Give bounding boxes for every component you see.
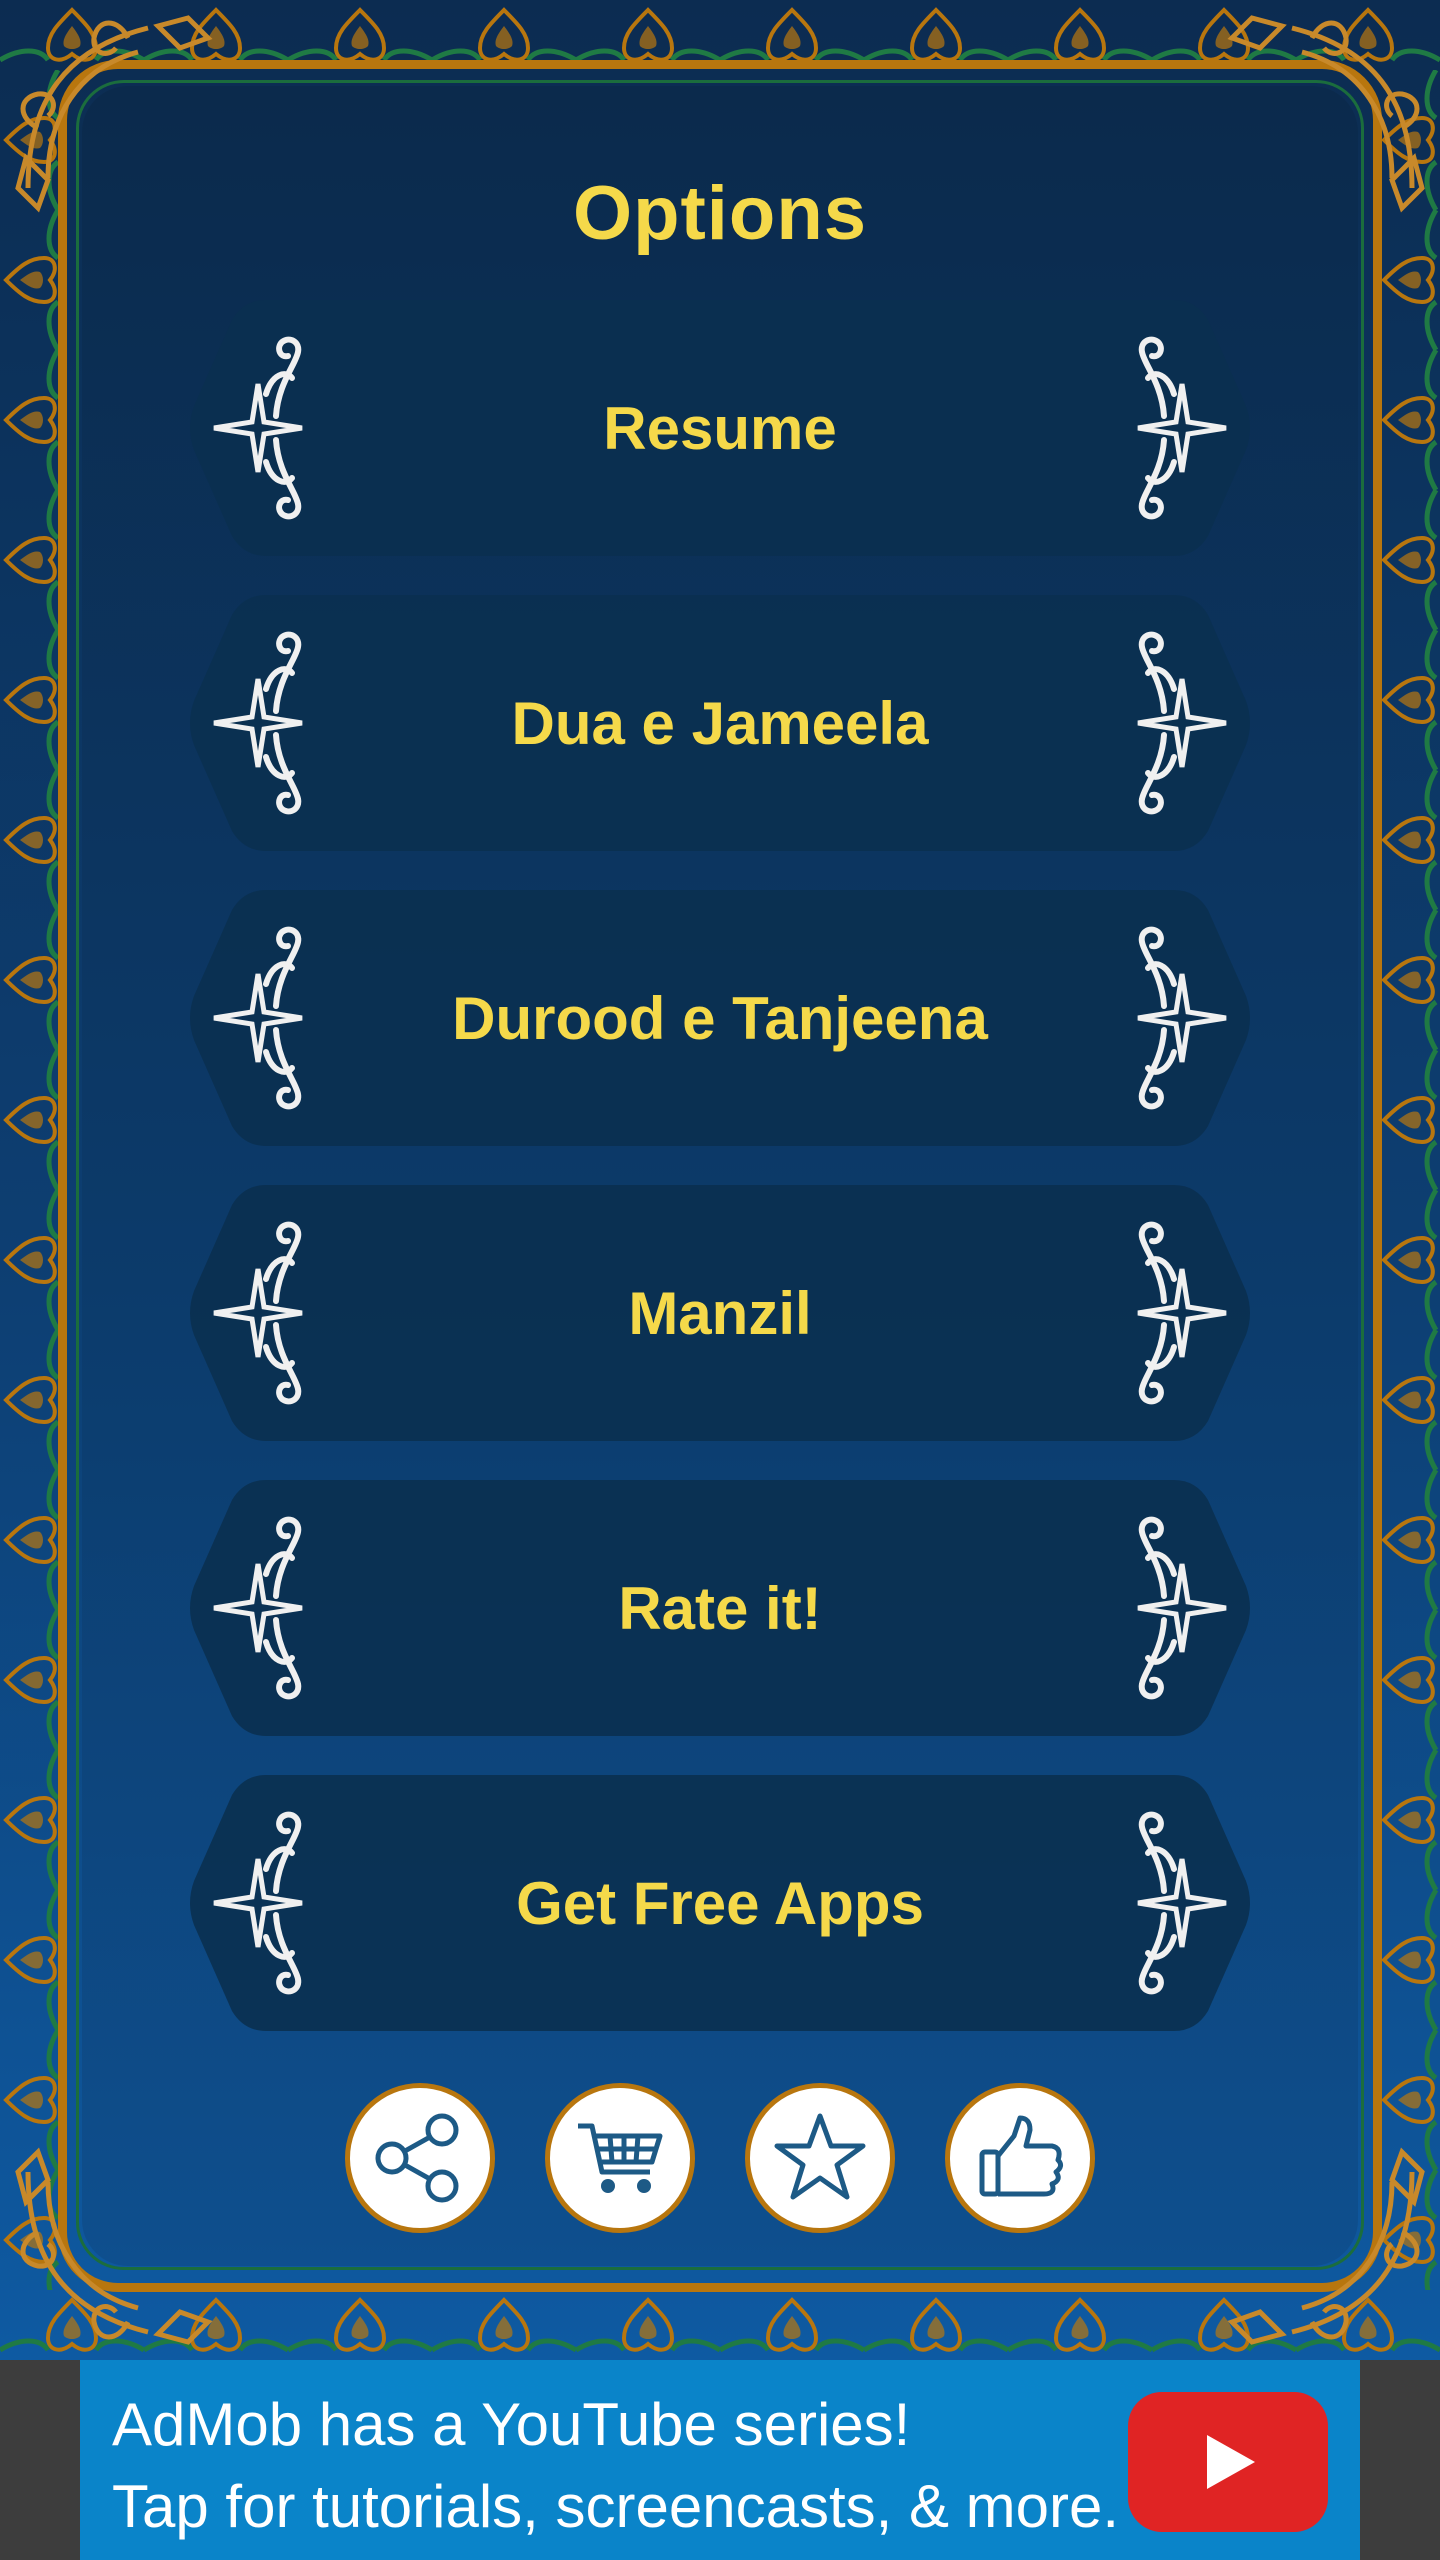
get-free-apps-label: Get Free Apps [516,1869,924,1937]
thumbs-up-icon [979,2115,1064,2197]
left-ornament-border [0,70,62,2290]
rate-it-button[interactable]: Rate it! [186,1476,1254,1740]
share-icon [375,2113,459,2203]
shop-button[interactable] [545,2083,695,2233]
dua-e-jameela-button[interactable]: Dua e Jameela [186,591,1254,855]
like-button[interactable] [945,2083,1095,2233]
dua-e-jameela-label: Dua e Jameela [511,689,929,757]
youtube-button[interactable] [1128,2392,1328,2532]
star-icon [774,2113,866,2200]
corner-ornament-bottom-left [15,2147,213,2345]
resume-button[interactable]: Resume [186,296,1254,560]
manzil-label: Manzil [628,1279,812,1347]
page-title: Options [572,171,868,256]
get-free-apps-button[interactable]: Get Free Apps [186,1771,1254,2035]
rate-it-label: Rate it! [618,1574,822,1642]
favorite-button[interactable] [745,2083,895,2233]
manzil-button[interactable]: Manzil [186,1181,1254,1445]
durood-e-tanjeena-label: Durood e Tanjeena [452,984,988,1052]
corner-ornament-bottom-right [1227,2147,1425,2345]
share-button[interactable] [345,2083,495,2233]
ad-subline: Tap for tutorials, screencasts, & more. [112,2473,1120,2540]
resume-label: Resume [603,394,837,462]
ad-headline: AdMob has a YouTube series! [112,2391,911,2458]
durood-e-tanjeena-button[interactable]: Durood e Tanjeena [186,886,1254,1150]
youtube-play-icon [1207,2435,1255,2489]
right-ornament-border [1378,70,1440,2290]
ad-content[interactable]: AdMob has a YouTube series! Tap for tuto… [80,2360,1360,2560]
options-screen: Options Resume Dua e Jameela Durood e Ta… [0,0,1440,2360]
ad-banner[interactable]: AdMob has a YouTube series! Tap for tuto… [0,2360,1440,2560]
cart-icon [578,2123,663,2193]
